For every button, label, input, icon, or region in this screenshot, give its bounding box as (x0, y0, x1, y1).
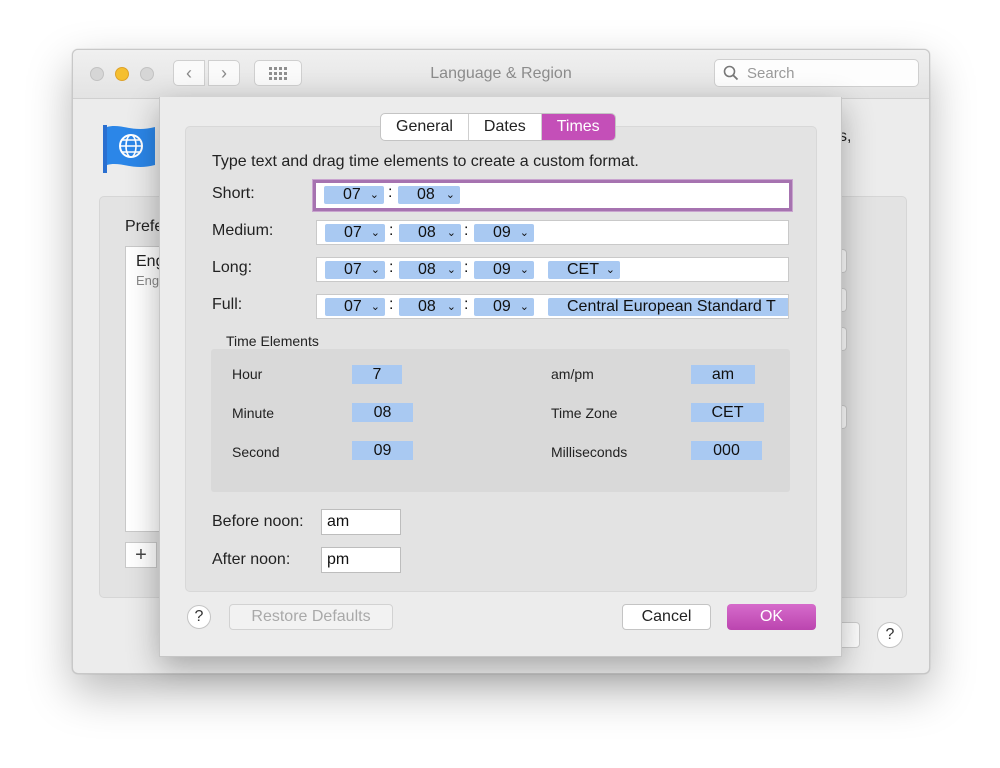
separator: : (464, 259, 468, 277)
chevron-down-icon: ⌄ (520, 224, 529, 242)
tab-times[interactable]: Times (542, 114, 615, 140)
ampm-element-label: am/pm (551, 366, 594, 382)
timezone-element-token[interactable]: CET (691, 403, 764, 422)
chevron-down-icon: ⌄ (447, 261, 456, 279)
second-token[interactable]: 09⌄ (474, 261, 534, 279)
minute-token[interactable]: 08⌄ (398, 186, 460, 204)
separator: : (389, 222, 393, 240)
minute-element-token[interactable]: 08 (352, 403, 413, 422)
chevron-down-icon: ⌄ (446, 186, 455, 204)
instructions-text: Type text and drag time elements to crea… (212, 153, 639, 171)
hour-token[interactable]: 07⌄ (324, 186, 384, 204)
cancel-button[interactable]: Cancel (622, 604, 711, 630)
after-noon-label: After noon: (212, 551, 290, 569)
globe-flag-icon (101, 123, 157, 173)
tab-dates[interactable]: Dates (469, 114, 542, 140)
chevron-down-icon: ⌄ (447, 298, 456, 316)
before-noon-label: Before noon: (212, 513, 304, 531)
second-token[interactable]: 09⌄ (474, 224, 534, 242)
full-format-label: Full: (212, 296, 242, 314)
short-format-label: Short: (212, 185, 255, 203)
times-content-panel: Type text and drag time elements to crea… (185, 126, 817, 592)
tab-bar: General Dates Times (380, 113, 616, 141)
separator: : (388, 184, 392, 202)
hour-token[interactable]: 07⌄ (325, 261, 385, 279)
restore-defaults-button[interactable]: Restore Defaults (229, 604, 393, 630)
milliseconds-element-token[interactable]: 000 (691, 441, 762, 460)
second-element-token[interactable]: 09 (352, 441, 413, 460)
separator: : (389, 259, 393, 277)
chevron-down-icon: ⌄ (606, 261, 615, 279)
help-button[interactable]: ? (187, 605, 211, 629)
hour-element-token[interactable]: 7 (352, 365, 402, 384)
separator: : (389, 296, 393, 314)
time-elements-title: Time Elements (226, 333, 319, 349)
separator: : (464, 296, 468, 314)
time-elements-box: Hour 7 Minute 08 Second 09 am/pm am Time… (211, 349, 790, 492)
chevron-down-icon: ⌄ (370, 186, 379, 204)
minute-token[interactable]: 08⌄ (399, 261, 461, 279)
minute-token[interactable]: 08⌄ (399, 298, 461, 316)
tab-general[interactable]: General (381, 114, 469, 140)
short-format-field[interactable]: 07⌄ : 08⌄ (313, 180, 792, 211)
hour-token[interactable]: 07⌄ (325, 298, 385, 316)
hour-element-label: Hour (232, 366, 262, 382)
long-format-label: Long: (212, 259, 252, 277)
chevron-down-icon: ⌄ (371, 298, 380, 316)
medium-format-field[interactable]: 07⌄ : 08⌄ : 09⌄ (316, 220, 789, 245)
hour-token[interactable]: 07⌄ (325, 224, 385, 242)
search-input[interactable] (745, 64, 909, 83)
chevron-down-icon: ⌄ (447, 224, 456, 242)
minute-token[interactable]: 08⌄ (399, 224, 461, 242)
window-help-button[interactable]: ? (877, 622, 903, 648)
ampm-element-token[interactable]: am (691, 365, 755, 384)
after-noon-input[interactable] (321, 547, 401, 573)
milliseconds-element-label: Milliseconds (551, 444, 627, 460)
second-token[interactable]: 09⌄ (474, 298, 534, 316)
long-format-field[interactable]: 07⌄ : 08⌄ : 09⌄ CET⌄ (316, 257, 789, 282)
minute-element-label: Minute (232, 405, 274, 421)
before-noon-input[interactable] (321, 509, 401, 535)
chevron-down-icon: ⌄ (371, 224, 380, 242)
ok-button[interactable]: OK (727, 604, 816, 630)
timezone-token[interactable]: Central European Standard T (548, 298, 789, 316)
list-item-subtitle: Eng (136, 273, 159, 288)
full-format-field[interactable]: 07⌄ : 08⌄ : 09⌄ Central European Standar… (316, 294, 789, 319)
chevron-down-icon: ⌄ (520, 298, 529, 316)
timezone-element-label: Time Zone (551, 405, 617, 421)
search-icon (723, 65, 739, 81)
add-language-button[interactable]: + (125, 542, 157, 568)
preferred-languages-label: Prefe (125, 218, 163, 236)
chevron-down-icon: ⌄ (520, 261, 529, 279)
timezone-token[interactable]: CET⌄ (548, 261, 620, 279)
advanced-sheet: General Dates Times Type text and drag t… (159, 97, 842, 657)
search-field[interactable] (714, 59, 919, 87)
title-bar: ‹ › Language & Region (73, 50, 929, 99)
medium-format-label: Medium: (212, 222, 273, 240)
separator: : (464, 222, 468, 240)
chevron-down-icon: ⌄ (371, 261, 380, 279)
second-element-label: Second (232, 444, 279, 460)
